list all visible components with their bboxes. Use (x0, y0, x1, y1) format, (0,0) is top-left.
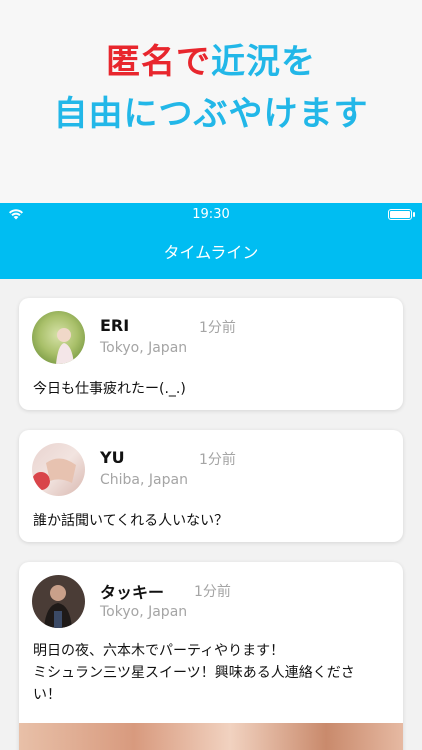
phone-screen: 19:30 タイムライン ERI 1分前 Tokyo, Japan 今日も仕事疲… (0, 203, 422, 750)
post-location: Tokyo, Japan (100, 340, 188, 356)
avatar[interactable] (32, 311, 85, 364)
post-message-line: 明日の夜、六本木でパーティやります！ (33, 643, 285, 659)
promo-headline-line2: 自由につぶやけます (53, 94, 369, 134)
avatar-photo (32, 443, 85, 496)
post-message: 今日も仕事疲れたー(._.) (33, 381, 186, 397)
post-message-line: い！ (33, 687, 61, 703)
post-location: Tokyo, Japan (100, 604, 188, 620)
post-author-name[interactable]: YU (100, 448, 125, 467)
post-author-name[interactable]: タッキー (100, 579, 164, 603)
promo-headline-red: 匿名で (106, 42, 211, 82)
avatar-photo (32, 311, 85, 364)
nav-bar: タイムライン (0, 227, 422, 279)
post-message: 明日の夜、六本木でパーティやります！ ミシュラン三ツ星スイーツ！興味ある人連絡く… (33, 640, 393, 706)
avatar-photo (32, 575, 85, 628)
avatar[interactable] (32, 443, 85, 496)
post-time-ago: 1分前 (199, 320, 236, 336)
post-card[interactable]: ERI 1分前 Tokyo, Japan 今日も仕事疲れたー(._.) (19, 298, 403, 410)
nav-title: タイムライン (163, 243, 259, 262)
status-time: 19:30 (192, 207, 230, 222)
promo-headline-line1: 匿名で近況を (0, 40, 422, 84)
post-time-ago: 1分前 (199, 452, 236, 468)
post-card[interactable]: YU 1分前 Chiba, Japan 誰か話聞いてくれる人いない？ (19, 430, 403, 542)
promo-banner: 匿名で近況を 自由につぶやけます (0, 0, 422, 203)
post-message-line: ミシュラン三ツ星スイーツ！興味ある人連絡くださ (33, 665, 355, 681)
promo-headline-blue: 近況を (211, 42, 316, 82)
battery-tip (413, 212, 415, 217)
avatar[interactable] (32, 575, 85, 628)
post-author-name[interactable]: ERI (100, 316, 129, 335)
post-photo[interactable] (19, 723, 403, 750)
status-bar: 19:30 (0, 203, 422, 227)
post-time-ago: 1分前 (194, 584, 231, 600)
battery-icon (388, 209, 412, 220)
post-card[interactable]: タッキー 1分前 Tokyo, Japan 明日の夜、六本木でパーティやります！… (19, 562, 403, 750)
post-location: Chiba, Japan (100, 472, 188, 488)
post-message: 誰か話聞いてくれる人いない？ (33, 513, 229, 529)
